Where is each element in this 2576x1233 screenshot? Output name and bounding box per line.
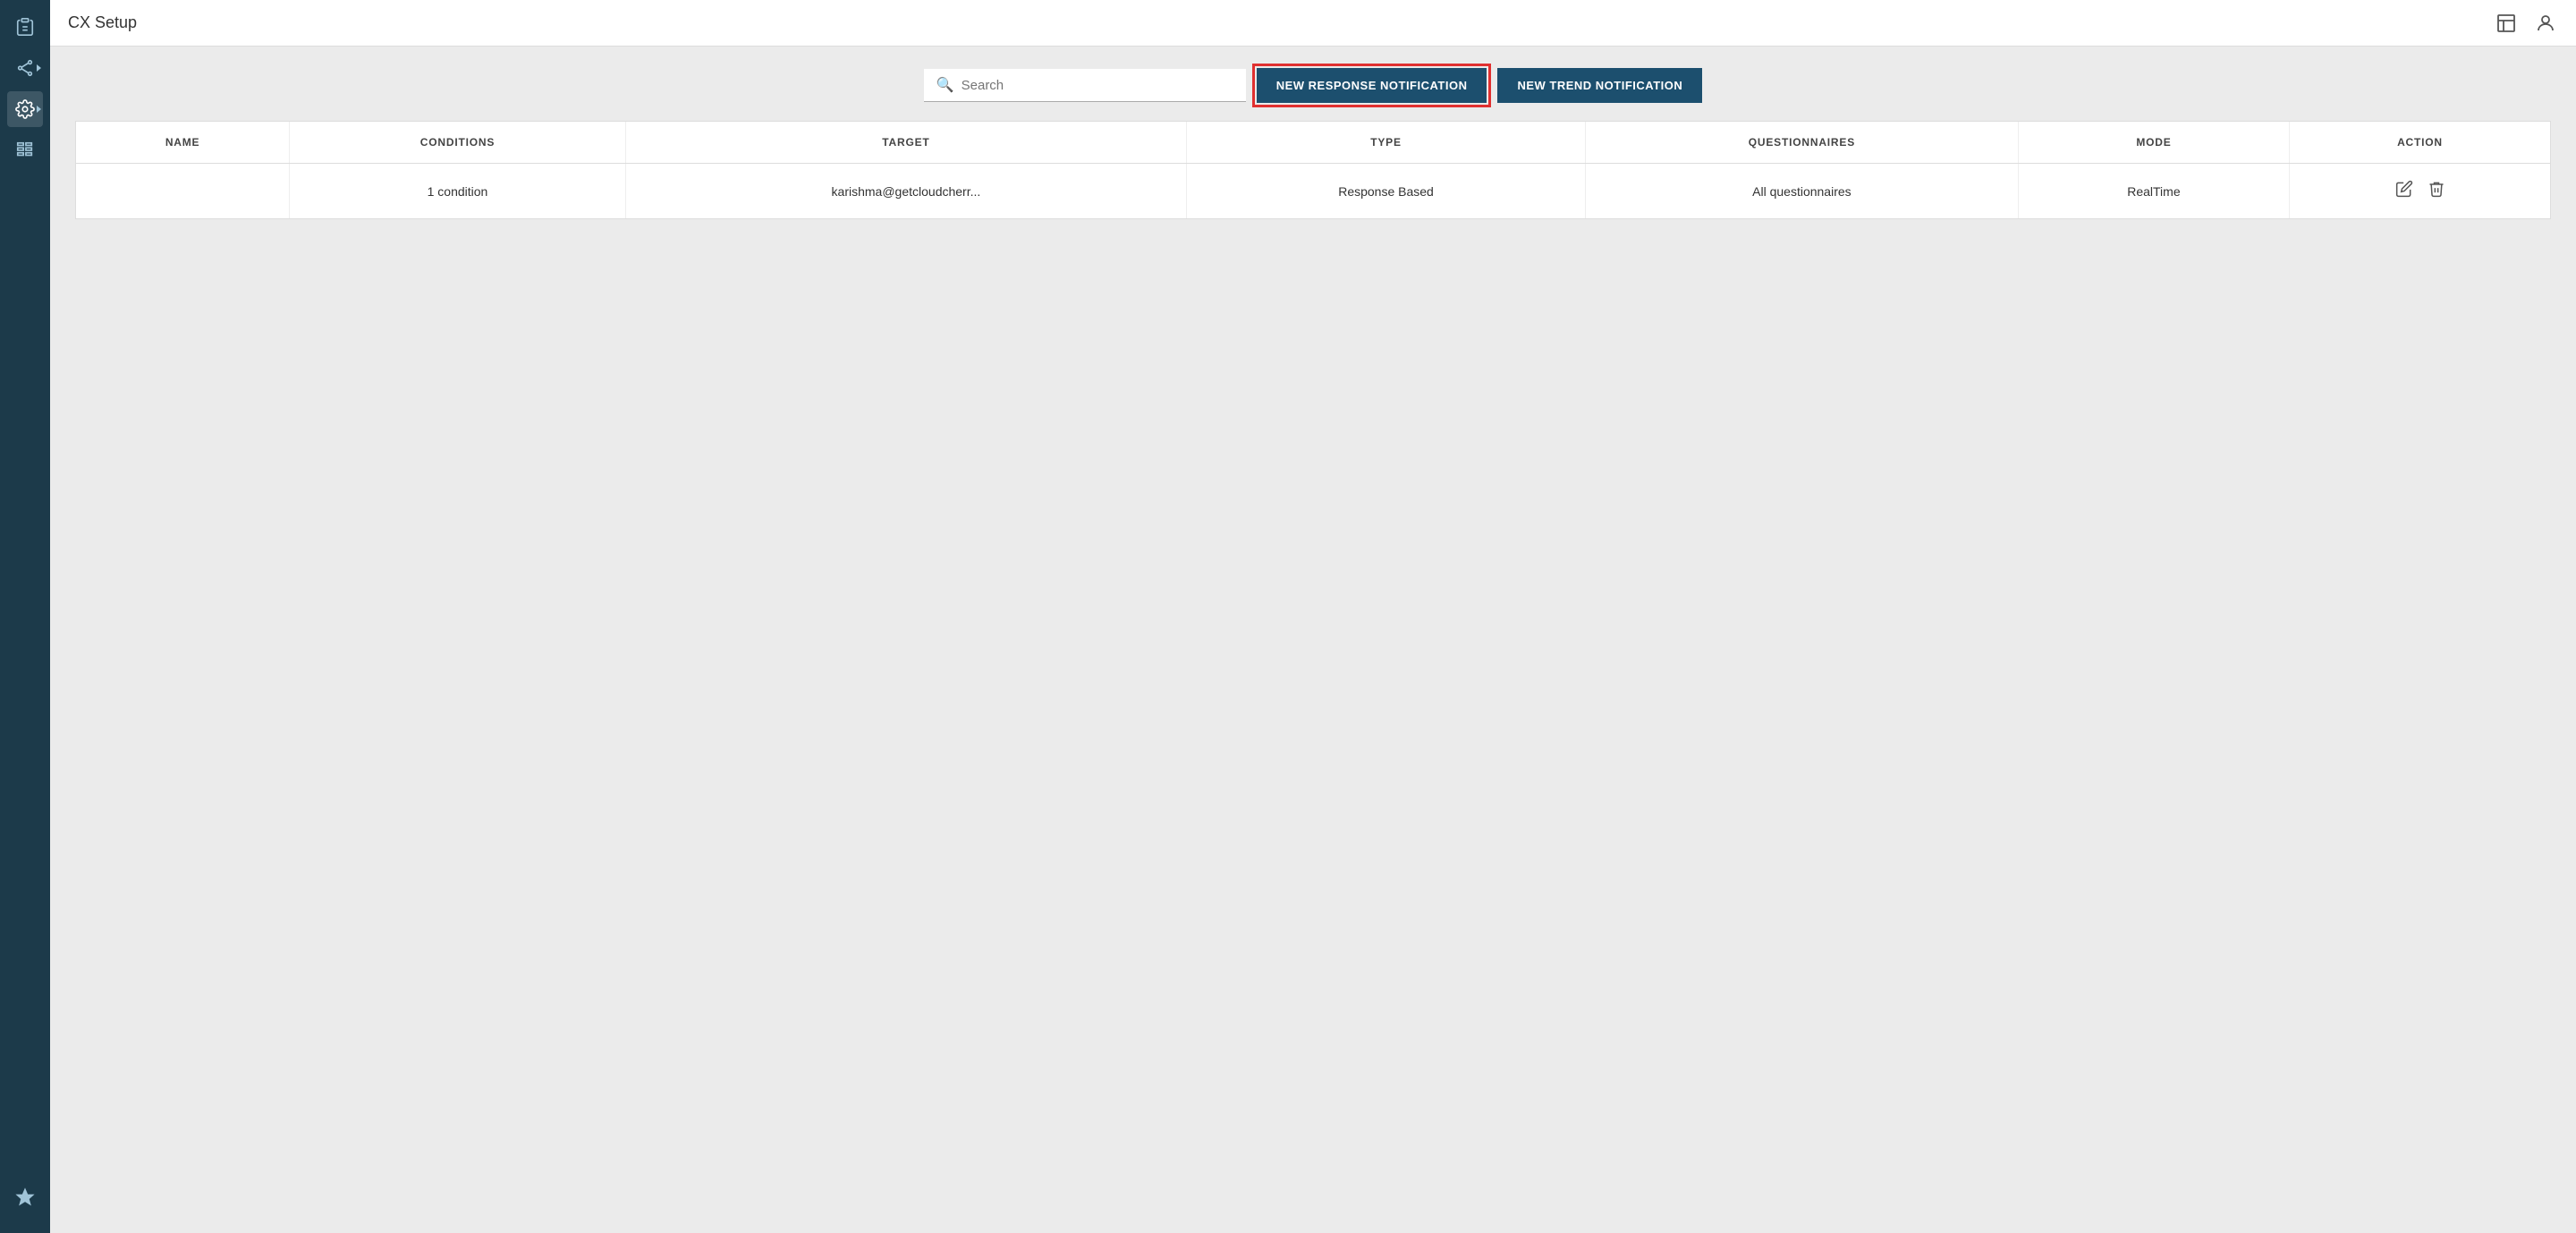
new-response-notification-button[interactable]: NEW RESPONSE NOTIFICATION xyxy=(1257,68,1487,103)
col-target: TARGET xyxy=(625,122,1186,164)
sidebar-top xyxy=(7,9,43,1179)
col-questionnaires: QUESTIONNAIRES xyxy=(1585,122,2018,164)
search-box: 🔍 xyxy=(924,69,1246,102)
notifications-table-container: NAME CONDITIONS TARGET TYPE QUESTIONNAIR… xyxy=(75,121,2551,219)
sidebar-item-star[interactable] xyxy=(7,1179,43,1215)
sidebar-item-settings[interactable] xyxy=(7,91,43,127)
topbar: CX Setup xyxy=(50,0,2576,47)
user-icon[interactable] xyxy=(2533,11,2558,36)
sidebar-bottom xyxy=(7,1179,43,1224)
sidebar-item-grid[interactable] xyxy=(7,132,43,168)
page-title: CX Setup xyxy=(68,13,2483,32)
col-mode: MODE xyxy=(2018,122,2289,164)
cell-conditions: 1 condition xyxy=(290,164,626,219)
sidebar-item-share[interactable] xyxy=(7,50,43,86)
col-conditions: CONDITIONS xyxy=(290,122,626,164)
table-body: 1 condition karishma@getcloudcherr... Re… xyxy=(76,164,2550,219)
col-name: NAME xyxy=(76,122,290,164)
toolbar-row: 🔍 NEW RESPONSE NOTIFICATION NEW TREND NO… xyxy=(75,68,2551,103)
table-header-row: NAME CONDITIONS TARGET TYPE QUESTIONNAIR… xyxy=(76,122,2550,164)
col-action: ACTION xyxy=(2290,122,2551,164)
main-area: CX Setup 🔍 NE xyxy=(50,0,2576,1233)
cell-target: karishma@getcloudcherr... xyxy=(625,164,1186,219)
topbar-icons xyxy=(2494,11,2558,36)
sidebar-item-clipboard[interactable] xyxy=(7,9,43,45)
col-type: TYPE xyxy=(1187,122,1586,164)
new-trend-notification-button[interactable]: NEW TREND NOTIFICATION xyxy=(1497,68,1702,103)
notifications-table: NAME CONDITIONS TARGET TYPE QUESTIONNAIR… xyxy=(76,122,2550,218)
sidebar xyxy=(0,0,50,1233)
search-icon: 🔍 xyxy=(936,76,954,94)
cell-action xyxy=(2290,164,2551,219)
cell-name xyxy=(76,164,290,219)
cell-mode: RealTime xyxy=(2018,164,2289,219)
cell-questionnaires: All questionnaires xyxy=(1585,164,2018,219)
building-icon[interactable] xyxy=(2494,11,2519,36)
edit-icon[interactable] xyxy=(2395,180,2413,202)
content-area: 🔍 NEW RESPONSE NOTIFICATION NEW TREND NO… xyxy=(50,47,2576,1233)
table-header: NAME CONDITIONS TARGET TYPE QUESTIONNAIR… xyxy=(76,122,2550,164)
table-row: 1 condition karishma@getcloudcherr... Re… xyxy=(76,164,2550,219)
delete-icon[interactable] xyxy=(2428,180,2445,202)
search-input[interactable] xyxy=(962,78,1233,93)
cell-type: Response Based xyxy=(1187,164,1586,219)
